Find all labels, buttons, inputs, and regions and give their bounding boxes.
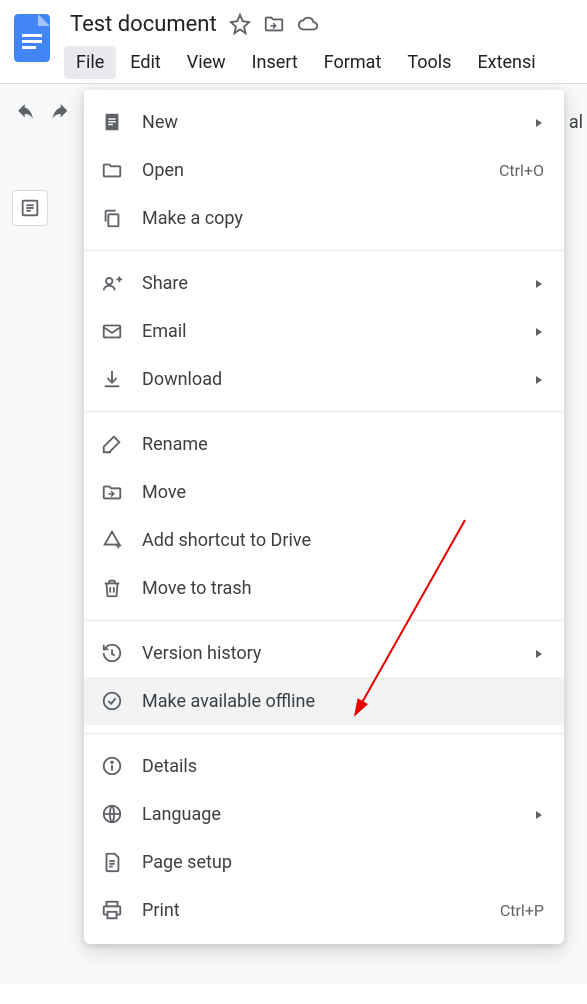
email-icon (100, 319, 124, 343)
info-icon (100, 754, 124, 778)
document-title[interactable]: Test document (70, 12, 217, 37)
menu-add-shortcut[interactable]: Add shortcut to Drive (84, 516, 564, 564)
folder-icon (100, 158, 124, 182)
menu-label: Add shortcut to Drive (142, 530, 544, 551)
submenu-arrow-icon (534, 644, 544, 663)
offline-icon (100, 689, 124, 713)
menubar-view[interactable]: View (175, 46, 238, 79)
menu-label: Make a copy (142, 208, 544, 229)
menu-separator (84, 411, 564, 412)
menu-version-history[interactable]: Version history (84, 629, 564, 677)
star-icon[interactable] (229, 13, 251, 35)
menu-separator (84, 620, 564, 621)
menubar-format[interactable]: Format (312, 46, 394, 79)
menubar-file[interactable]: File (64, 46, 116, 79)
menu-label: Details (142, 756, 544, 777)
print-icon (100, 898, 124, 922)
menu-label: Email (142, 321, 516, 342)
language-icon (100, 802, 124, 826)
menubar-edit[interactable]: Edit (118, 46, 172, 79)
submenu-arrow-icon (534, 274, 544, 293)
submenu-arrow-icon (534, 370, 544, 389)
menu-share[interactable]: Share (84, 259, 564, 307)
menu-shortcut: Ctrl+P (500, 901, 544, 920)
copy-icon (100, 206, 124, 230)
share-icon (100, 271, 124, 295)
menu-label: Rename (142, 434, 544, 455)
menubar-extensions[interactable]: Extensi (465, 46, 547, 79)
menu-details[interactable]: Details (84, 742, 564, 790)
redo-button[interactable] (46, 96, 76, 126)
menu-label: Page setup (142, 852, 544, 873)
submenu-arrow-icon (534, 113, 544, 132)
menu-label: New (142, 112, 516, 133)
move-icon (100, 480, 124, 504)
download-icon (100, 367, 124, 391)
toolbar-fragment: al (569, 112, 583, 133)
submenu-arrow-icon (534, 805, 544, 824)
menu-download[interactable]: Download (84, 355, 564, 403)
menu-open[interactable]: Open Ctrl+O (84, 146, 564, 194)
menu-label: Open (142, 160, 481, 181)
menu-move[interactable]: Move (84, 468, 564, 516)
menu-shortcut: Ctrl+O (499, 161, 544, 180)
undo-button[interactable] (10, 96, 40, 126)
menu-separator (84, 250, 564, 251)
history-icon (100, 641, 124, 665)
menu-print[interactable]: Print Ctrl+P (84, 886, 564, 934)
menu-label: Make available offline (142, 691, 544, 712)
header-main: Test document File Edit View Insert Form… (64, 8, 579, 79)
menubar-insert[interactable]: Insert (240, 46, 310, 79)
trash-icon (100, 576, 124, 600)
menu-separator (84, 733, 564, 734)
header: Test document File Edit View Insert Form… (0, 0, 587, 79)
docs-logo[interactable] (8, 8, 56, 68)
menu-label: Move (142, 482, 544, 503)
menubar-tools[interactable]: Tools (395, 46, 463, 79)
menu-trash[interactable]: Move to trash (84, 564, 564, 612)
outline-tab[interactable] (12, 190, 48, 226)
cloud-status-icon[interactable] (297, 13, 319, 35)
page-icon (100, 850, 124, 874)
menu-new[interactable]: New (84, 98, 564, 146)
menu-make-copy[interactable]: Make a copy (84, 194, 564, 242)
menubar: File Edit View Insert Format Tools Exten… (64, 40, 579, 79)
menu-language[interactable]: Language (84, 790, 564, 838)
menu-label: Move to trash (142, 578, 544, 599)
menu-rename[interactable]: Rename (84, 420, 564, 468)
menu-label: Share (142, 273, 516, 294)
menu-label: Download (142, 369, 516, 390)
menu-page-setup[interactable]: Page setup (84, 838, 564, 886)
move-to-folder-icon[interactable] (263, 13, 285, 35)
menu-make-available-offline[interactable]: Make available offline (84, 677, 564, 725)
submenu-arrow-icon (534, 322, 544, 341)
menu-label: Language (142, 804, 516, 825)
document-icon (100, 110, 124, 134)
rename-icon (100, 432, 124, 456)
file-menu-dropdown: New Open Ctrl+O Make a copy Share Email (84, 90, 564, 944)
menu-email[interactable]: Email (84, 307, 564, 355)
title-row: Test document (64, 8, 579, 40)
drive-shortcut-icon (100, 528, 124, 552)
menu-label: Print (142, 900, 482, 921)
menu-label: Version history (142, 643, 516, 664)
